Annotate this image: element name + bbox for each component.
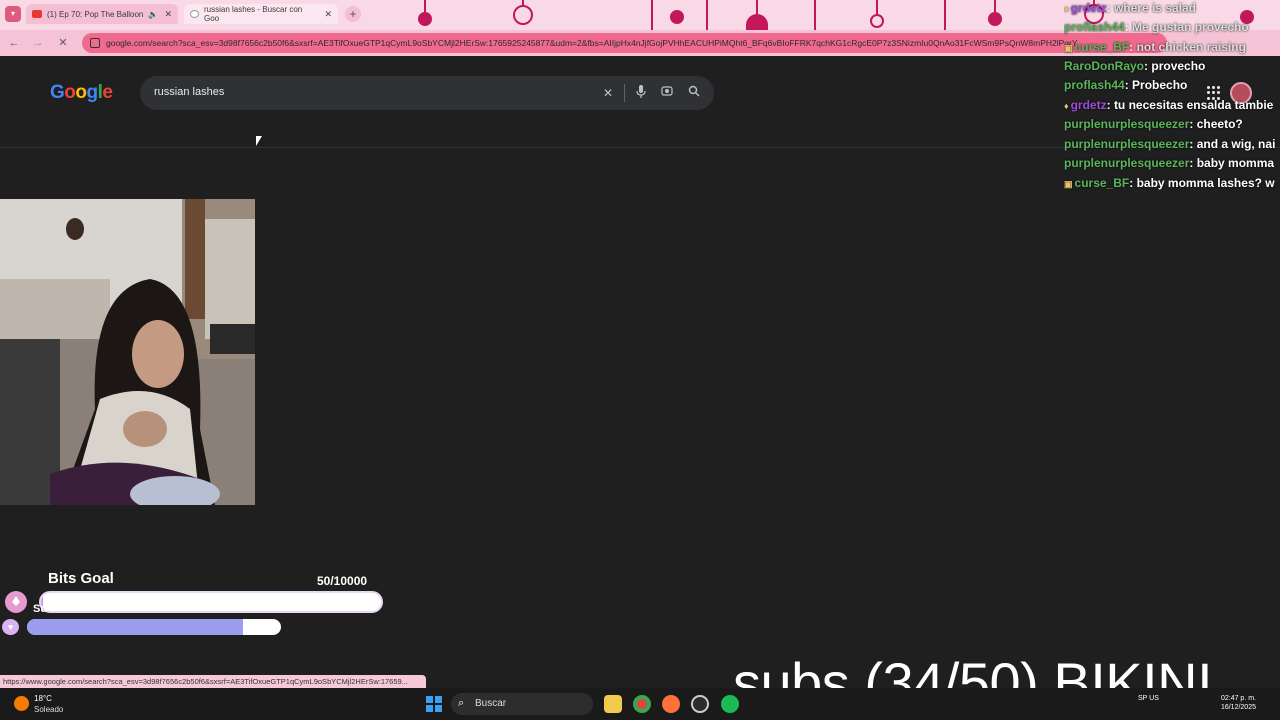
tab-search-button[interactable]: ▾ bbox=[5, 6, 21, 22]
tab-label: (1) Ep 70: Pop The Balloon bbox=[47, 9, 144, 19]
back-arrow-icon[interactable]: ← bbox=[6, 35, 22, 51]
tab-label: russian lashes - Buscar con Goo bbox=[203, 5, 303, 23]
ornament-string bbox=[651, 0, 653, 30]
search-divider bbox=[624, 84, 625, 102]
chat-message: ▣ curse_BF: baby momma lashes? w bbox=[1064, 176, 1275, 190]
chat-message: ♦ grdetz: tu necesitas ensalda tambie bbox=[1064, 98, 1274, 112]
clock[interactable]: 02:47 p. m. 16/12/2025 bbox=[1200, 694, 1256, 712]
mouse-cursor bbox=[256, 136, 262, 146]
badge-icon: ♦ bbox=[1064, 101, 1069, 111]
windows-start-icon[interactable] bbox=[426, 696, 442, 712]
chat-message: purplenurplesqueezer: cheeto? bbox=[1064, 117, 1243, 131]
chat-message: RaroDonRayo: provecho bbox=[1064, 59, 1206, 73]
chat-message: purplenurplesqueezer: baby momma bbox=[1064, 156, 1275, 170]
close-tab-icon[interactable]: ✕ bbox=[324, 9, 332, 20]
weather-temperature: 18°C bbox=[34, 694, 52, 703]
clock-time: 02:47 p. m. bbox=[1220, 695, 1256, 702]
steam-icon[interactable] bbox=[691, 695, 709, 713]
taskbar-search-label: Buscar bbox=[475, 698, 507, 709]
ornament-string bbox=[944, 0, 946, 30]
status-bar-url: https://www.google.com/search?sca_esv=3d… bbox=[0, 675, 426, 688]
ornament-string bbox=[876, 0, 878, 14]
sub-goal-bar bbox=[27, 619, 281, 635]
ornament-string bbox=[706, 0, 708, 30]
bits-gem-icon bbox=[5, 591, 27, 613]
weather-condition: Soleado bbox=[34, 705, 64, 714]
taskbar-search[interactable]: ⌕ Buscar bbox=[451, 693, 593, 715]
address-bar[interactable]: google.com/search?sca_esv=3d98f7656c2b50… bbox=[82, 33, 1167, 53]
tab-youtube[interactable]: (1) Ep 70: Pop The Balloon 🔈 ✕ bbox=[26, 4, 178, 24]
chat-message: ▣ curse_BF: not chicken raising bbox=[1064, 40, 1246, 54]
youtube-icon bbox=[32, 10, 42, 18]
chrome-icon[interactable] bbox=[633, 695, 651, 713]
bits-goal-bar bbox=[39, 591, 383, 613]
microphone-icon[interactable] bbox=[633, 85, 649, 101]
stop-icon[interactable]: ✕ bbox=[55, 35, 71, 51]
search-box[interactable]: russian lashes ✕ bbox=[140, 76, 714, 110]
sub-goal-fill bbox=[27, 619, 243, 635]
chat-message: ♦ grdetz: where is salad bbox=[1064, 1, 1196, 15]
camera-lens-icon[interactable] bbox=[659, 85, 675, 101]
spotify-icon[interactable] bbox=[721, 695, 739, 713]
tab-google-search[interactable]: russian lashes - Buscar con Goo ✕ bbox=[184, 4, 338, 24]
ornament-ball bbox=[670, 10, 684, 24]
heart-icon: ♥ bbox=[2, 619, 19, 635]
bits-goal-count: 50/10000 bbox=[317, 574, 368, 588]
file-explorer-icon[interactable] bbox=[604, 695, 622, 713]
google-favicon-icon bbox=[190, 10, 199, 18]
site-info-icon[interactable] bbox=[90, 38, 100, 48]
ornament-bell bbox=[746, 14, 768, 30]
gift-badge-icon: ▣ bbox=[1064, 179, 1073, 189]
search-icon[interactable] bbox=[686, 85, 702, 101]
ornament-string bbox=[814, 0, 816, 30]
stream-chat: ♦ grdetz: where is salad proflash44: Me g… bbox=[1064, 0, 1280, 200]
badge-icon: ♦ bbox=[1064, 4, 1069, 14]
clock-date: 16/12/2025 bbox=[1220, 704, 1256, 711]
address-url: google.com/search?sca_esv=3d98f7656c2b50… bbox=[106, 38, 1078, 48]
new-tab-button[interactable]: + bbox=[345, 6, 361, 22]
close-tab-icon[interactable]: ✕ bbox=[164, 9, 172, 20]
chat-message: proflash44: Me gustan provecho bbox=[1064, 20, 1249, 34]
ornament-ring bbox=[513, 5, 533, 25]
webcam-feed bbox=[0, 199, 255, 505]
sub-goal-label: Su bbox=[33, 603, 48, 615]
chat-message: proflash44: Probecho bbox=[1064, 78, 1188, 92]
chat-message: purplenurplesqueezer: and a wig, nai bbox=[1064, 137, 1276, 151]
clear-search-icon[interactable]: ✕ bbox=[600, 85, 616, 101]
search-icon: ⌕ bbox=[458, 697, 465, 709]
windows-taskbar: 18°C Soleado ⌕ Buscar SP US 02:47 p. m. … bbox=[0, 688, 1280, 720]
language-indicator[interactable]: SP US bbox=[1138, 694, 1159, 703]
forward-arrow-icon[interactable]: → bbox=[30, 35, 46, 51]
firefox-icon[interactable] bbox=[662, 695, 680, 713]
search-input[interactable]: russian lashes bbox=[154, 86, 224, 98]
ornament-ring bbox=[870, 14, 884, 28]
gift-badge-icon: ▣ bbox=[1064, 43, 1073, 53]
bits-goal-title: Bits Goal bbox=[48, 570, 114, 587]
speaker-icon[interactable]: 🔈 bbox=[148, 10, 158, 19]
ornament-ball bbox=[418, 12, 432, 26]
ornament-ball bbox=[988, 12, 1002, 26]
google-logo[interactable]: Google bbox=[50, 82, 113, 104]
ornament-string bbox=[756, 0, 758, 14]
weather-icon[interactable] bbox=[14, 696, 29, 711]
